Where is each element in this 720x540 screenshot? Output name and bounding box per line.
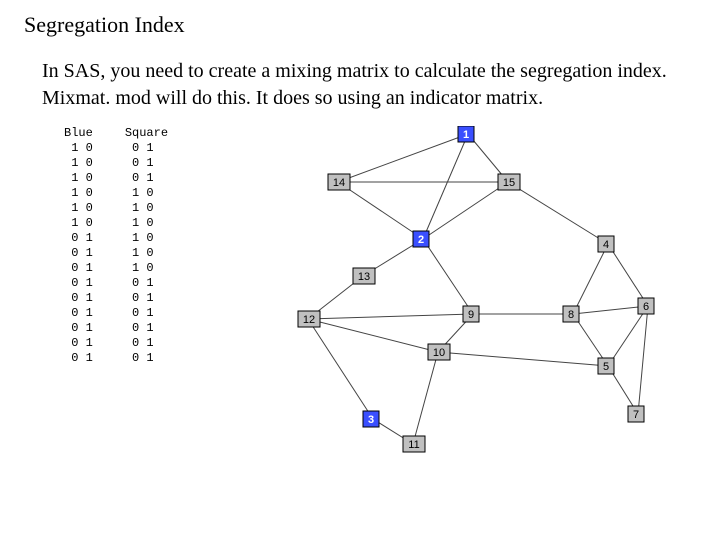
matrix-row: 1 0 (64, 171, 93, 186)
graph-node-7: 7 (628, 406, 644, 422)
svg-text:1: 1 (463, 129, 469, 141)
graph-edge (573, 306, 648, 314)
matrix-row: 0 1 (125, 291, 168, 306)
matrix-row: 0 1 (125, 276, 168, 291)
matrix-row: 1 0 (64, 186, 93, 201)
svg-text:14: 14 (333, 177, 345, 189)
matrix-row: 0 1 (125, 336, 168, 351)
graph-edge (508, 182, 608, 244)
graph-edge (423, 239, 473, 314)
matrix-row: 0 1 (64, 231, 93, 246)
matrix-row: 0 1 (64, 321, 93, 336)
matrix-row: 0 1 (64, 351, 93, 366)
matrix-row: 0 1 (125, 351, 168, 366)
graph-edge (308, 319, 373, 419)
graph-node-14: 14 (328, 174, 350, 190)
graph-node-6: 6 (638, 298, 654, 314)
matrix-row: 0 1 (64, 261, 93, 276)
svg-text:13: 13 (358, 271, 370, 283)
graph-node-8: 8 (563, 306, 579, 322)
graph-edge (608, 244, 648, 306)
matrix-row: 0 1 (64, 276, 93, 291)
graph-node-2: 2 (413, 231, 429, 247)
body-text: In SAS, you need to create a mixing matr… (42, 58, 696, 112)
graph-edge (308, 314, 473, 319)
matrix-square-header: Square (125, 126, 168, 141)
matrix-row: 0 1 (125, 156, 168, 171)
matrix-row: 0 1 (125, 306, 168, 321)
svg-text:8: 8 (568, 309, 574, 321)
graph-node-3: 3 (363, 411, 379, 427)
graph-edge (438, 352, 608, 366)
svg-text:12: 12 (303, 314, 315, 326)
graph-edge (573, 244, 608, 314)
svg-text:2: 2 (418, 234, 424, 246)
svg-text:9: 9 (468, 309, 474, 321)
graph-node-4: 4 (598, 236, 614, 252)
svg-text:5: 5 (603, 361, 609, 373)
graph-node-5: 5 (598, 358, 614, 374)
svg-text:15: 15 (503, 177, 515, 189)
matrix-row: 1 0 (64, 201, 93, 216)
matrix-row: 1 0 (64, 216, 93, 231)
graph-edge (413, 352, 438, 444)
matrix-blue-header: Blue (64, 126, 93, 141)
graph-node-11: 11 (403, 436, 425, 452)
matrix-row: 0 1 (64, 291, 93, 306)
matrix-row: 0 1 (125, 141, 168, 156)
matrix-row: 1 0 (125, 261, 168, 276)
graph-node-1: 1 (458, 126, 474, 142)
matrix-row: 1 0 (125, 216, 168, 231)
matrix-row: 0 1 (125, 321, 168, 336)
svg-text:11: 11 (408, 439, 419, 451)
graph-edge (338, 134, 468, 182)
matrix-row: 0 1 (64, 306, 93, 321)
svg-text:6: 6 (643, 301, 649, 313)
matrix-blue: Blue 1 0 1 0 1 0 1 0 1 0 1 0 0 1 0 1 0 1… (64, 126, 93, 366)
svg-text:3: 3 (368, 414, 374, 426)
matrix-row: 1 0 (64, 156, 93, 171)
matrix-row: 1 0 (125, 186, 168, 201)
network-graph: 123456789101112131415 (168, 126, 658, 456)
graph-node-15: 15 (498, 174, 520, 190)
graph-edge (608, 306, 648, 366)
matrix-row: 1 0 (125, 201, 168, 216)
svg-text:4: 4 (603, 239, 609, 251)
matrix-row: 1 0 (125, 246, 168, 261)
page-title: Segregation Index (24, 12, 696, 38)
matrix-row: 0 1 (125, 171, 168, 186)
matrix-row: 1 0 (125, 231, 168, 246)
graph-edge (638, 306, 648, 414)
graph-edge (308, 319, 438, 352)
matrix-row: 1 0 (64, 141, 93, 156)
matrix-row: 0 1 (64, 336, 93, 351)
indicator-matrices: Blue 1 0 1 0 1 0 1 0 1 0 1 0 0 1 0 1 0 1… (64, 126, 168, 366)
matrix-row: 0 1 (64, 246, 93, 261)
graph-edge (423, 134, 468, 239)
matrix-square: Square 0 1 0 1 0 1 1 0 1 0 1 0 1 0 1 0 1… (125, 126, 168, 366)
graph-node-12: 12 (298, 311, 320, 327)
svg-text:7: 7 (633, 409, 639, 421)
graph-node-9: 9 (463, 306, 479, 322)
graph-edge (338, 182, 423, 239)
graph-node-13: 13 (353, 268, 375, 284)
svg-text:10: 10 (433, 347, 445, 359)
graph-node-10: 10 (428, 344, 450, 360)
